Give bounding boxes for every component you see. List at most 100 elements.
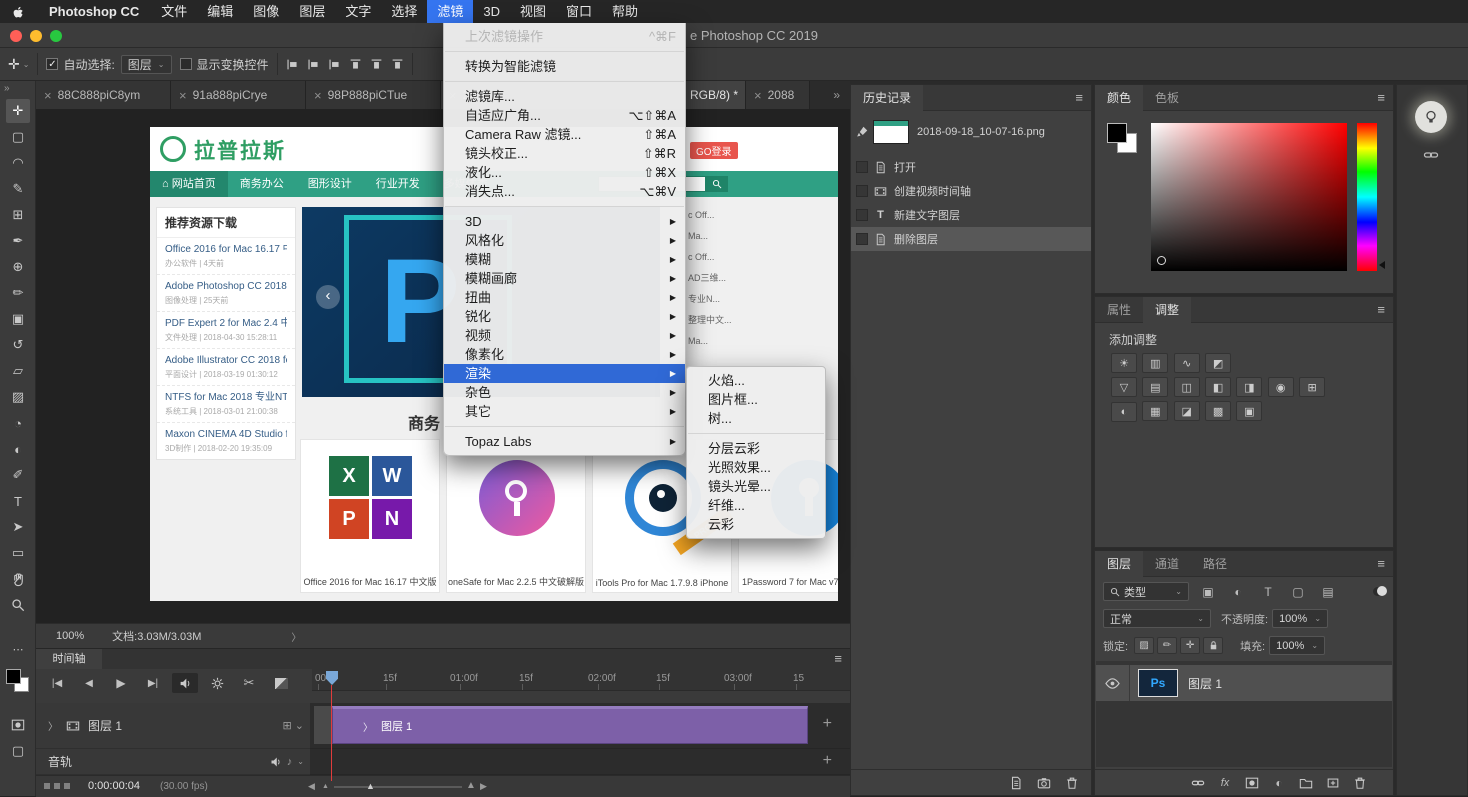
add-layer-mask-button[interactable] <box>1241 774 1263 792</box>
adjustment-icon-color-lookup[interactable]: ⊞ <box>1299 377 1325 397</box>
eyedropper-tool[interactable]: ✒ <box>6 229 30 253</box>
menu-item-3d[interactable]: 3D▶ <box>444 212 685 231</box>
add-media-button[interactable]: + <box>823 715 832 733</box>
learn-panel-bulb-icon[interactable] <box>1415 101 1447 133</box>
marquee-tool[interactable]: ▢ <box>6 125 30 149</box>
menu-item-adaptive-wide-angle[interactable]: 自适应广角...⌥⇧⌘A <box>444 106 685 125</box>
document-tab[interactable]: × 98P888piCTue <box>306 81 441 109</box>
filter-type-layers-icon[interactable]: T <box>1257 583 1279 601</box>
menu-item-vanishing-point[interactable]: 消失点...⌥⌘V <box>444 182 685 201</box>
path-selection-tool[interactable]: ➤ <box>6 515 30 539</box>
history-source-well[interactable] <box>856 185 868 197</box>
menu-item-stylize[interactable]: 风格化▶ <box>444 231 685 250</box>
chevron-down-icon[interactable]: ⌄ <box>297 757 304 766</box>
tab-color[interactable]: 颜色 <box>1095 85 1143 111</box>
adjustment-icon-exposure[interactable]: ◩ <box>1205 353 1231 373</box>
screen-mode-button[interactable]: ▢ <box>6 739 30 763</box>
menu-item-video[interactable]: 视频▶ <box>444 326 685 345</box>
layer-visibility-eye-icon[interactable] <box>1105 676 1120 691</box>
menu-item-topaz-labs[interactable]: Topaz Labs▶ <box>444 432 685 451</box>
track-options-icons[interactable]: ⊞ ⌄ <box>283 719 305 732</box>
lock-transparency-icon[interactable]: ▨ <box>1134 637 1154 654</box>
menu-file[interactable]: 文件 <box>151 0 197 23</box>
lock-pixels-icon[interactable]: ✏ <box>1157 637 1177 654</box>
history-step[interactable]: 创建视频时间轴 <box>851 179 1091 203</box>
next-frame-button[interactable]: ▶| <box>140 673 166 693</box>
tab-channels[interactable]: 通道 <box>1143 551 1191 577</box>
menu-item-pixelate[interactable]: 像素化▶ <box>444 345 685 364</box>
history-source-well[interactable] <box>856 233 868 245</box>
hue-slider-marker[interactable] <box>1379 261 1385 269</box>
audio-speaker-icon[interactable] <box>270 756 282 768</box>
close-tab-icon[interactable]: × <box>314 88 322 103</box>
menu-item-other[interactable]: 其它▶ <box>444 402 685 421</box>
expand-track-icon[interactable]: 〉 <box>48 718 58 733</box>
color-field[interactable] <box>1151 123 1347 271</box>
new-snapshot-button[interactable] <box>1037 776 1051 790</box>
panel-menu-icon[interactable]: ≡ <box>834 651 842 666</box>
quick-mask-button[interactable] <box>6 713 30 737</box>
fill-value[interactable]: 100% ⌄ <box>1269 636 1325 655</box>
new-layer-button[interactable] <box>1322 774 1344 792</box>
music-note-icon[interactable]: ♪ <box>287 756 293 768</box>
document-tab[interactable]: × 2088 <box>746 81 810 109</box>
show-transform-checkbox[interactable] <box>180 58 192 70</box>
tab-overflow-button[interactable]: » <box>833 88 850 102</box>
delete-layer-button[interactable] <box>1349 774 1371 792</box>
menu-image[interactable]: 图像 <box>243 0 289 23</box>
pen-tool[interactable]: ✐ <box>6 463 30 487</box>
auto-select-checkbox[interactable]: ✓ <box>46 58 58 70</box>
add-audio-button[interactable]: + <box>823 752 832 770</box>
play-button[interactable]: ▶ <box>108 673 134 693</box>
shape-tool[interactable]: ▭ <box>6 541 30 565</box>
document-tab[interactable]: × 88C888piC8ym <box>36 81 171 109</box>
menu-window[interactable]: 窗口 <box>556 0 602 23</box>
menu-item-lighting-effects[interactable]: 光照效果... <box>687 458 825 477</box>
current-tool-icon[interactable]: ✛ ⌄ <box>8 56 29 73</box>
history-step[interactable]: T 新建文字图层 <box>851 203 1091 227</box>
adjustment-icon-hue-saturation[interactable]: ▤ <box>1142 377 1168 397</box>
menu-layer[interactable]: 图层 <box>289 0 335 23</box>
blur-tool[interactable]: ◔ <box>6 411 30 435</box>
adjustment-icon-threshold[interactable]: ◪ <box>1174 401 1200 421</box>
menu-item-camera-raw[interactable]: Camera Raw 滤镜...⇧⌘A <box>444 125 685 144</box>
tab-paths[interactable]: 路径 <box>1191 551 1239 577</box>
history-step-selected[interactable]: 删除图层 <box>851 227 1091 251</box>
adjustment-icon-posterize[interactable]: ▦ <box>1142 401 1168 421</box>
brush-tool[interactable]: ✏ <box>6 281 30 305</box>
menu-item-picture-frame[interactable]: 图片框... <box>687 390 825 409</box>
zoom-in-icon[interactable]: ▶ <box>480 781 487 792</box>
move-tool[interactable]: ✛ <box>6 99 30 123</box>
new-group-button[interactable] <box>1295 774 1317 792</box>
lock-position-icon[interactable]: ✛ <box>1180 637 1200 654</box>
menu-item-lens-correction[interactable]: 镜头校正...⇧⌘R <box>444 144 685 163</box>
crop-tool[interactable]: ⊞ <box>6 203 30 227</box>
adjustment-icon-channel-mixer[interactable]: ◉ <box>1268 377 1294 397</box>
tab-properties[interactable]: 属性 <box>1095 297 1143 323</box>
lock-all-icon[interactable] <box>1203 637 1223 654</box>
menu-item-render[interactable]: 渲染▶ <box>444 364 685 383</box>
panel-menu-icon[interactable]: ≡ <box>1377 90 1393 105</box>
menu-edit[interactable]: 编辑 <box>197 0 243 23</box>
adjustment-icon-selective-color[interactable]: ▣ <box>1236 401 1262 421</box>
menu-type[interactable]: 文字 <box>335 0 381 23</box>
menu-select[interactable]: 选择 <box>381 0 427 23</box>
new-adjustment-layer-button[interactable]: ◐ <box>1268 774 1290 792</box>
close-tab-icon[interactable]: × <box>179 88 187 103</box>
tab-history[interactable]: 历史记录 <box>851 85 923 111</box>
panel-menu-icon[interactable]: ≡ <box>1377 302 1393 317</box>
close-tab-icon[interactable]: × <box>754 88 762 103</box>
menu-item-lens-flare[interactable]: 镜头光晕... <box>687 477 825 496</box>
tab-adjustments[interactable]: 调整 <box>1143 297 1191 323</box>
new-document-from-state-button[interactable] <box>1009 776 1023 790</box>
adjustment-icon-curves[interactable]: ∿ <box>1174 353 1200 373</box>
clone-stamp-tool[interactable]: ▣ <box>6 307 30 331</box>
menu-item-sharpen[interactable]: 锐化▶ <box>444 307 685 326</box>
split-clip-button[interactable]: ✂ <box>236 673 262 693</box>
timeline-settings-button[interactable] <box>204 673 230 693</box>
history-brush-tool[interactable]: ↺ <box>6 333 30 357</box>
expand-clip-icon[interactable]: 〉 <box>363 719 373 734</box>
document-tab[interactable]: × 91a888piCrye <box>171 81 306 109</box>
history-brush-source-icon[interactable] <box>856 126 868 138</box>
menu-3d[interactable]: 3D <box>473 0 510 23</box>
